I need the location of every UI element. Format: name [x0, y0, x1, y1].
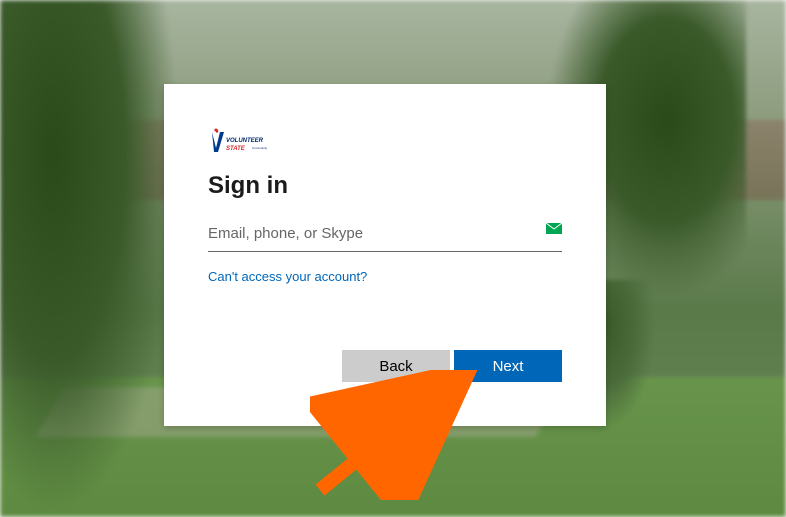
- signin-card: VOLUNTEER STATE Community Sign in Can't …: [164, 84, 606, 426]
- email-field[interactable]: [208, 216, 562, 252]
- volunteer-state-logo: VOLUNTEER STATE Community: [208, 128, 562, 156]
- back-button[interactable]: Back: [342, 350, 450, 382]
- mail-icon: [546, 222, 562, 234]
- email-field-wrap: [208, 216, 562, 252]
- page-title: Sign in: [208, 172, 562, 200]
- cant-access-link[interactable]: Can't access your account?: [208, 269, 367, 284]
- svg-text:Community: Community: [252, 146, 268, 150]
- svg-text:STATE: STATE: [226, 146, 246, 152]
- button-row: Back Next: [342, 350, 562, 382]
- next-button[interactable]: Next: [454, 350, 562, 382]
- svg-text:VOLUNTEER: VOLUNTEER: [226, 138, 264, 144]
